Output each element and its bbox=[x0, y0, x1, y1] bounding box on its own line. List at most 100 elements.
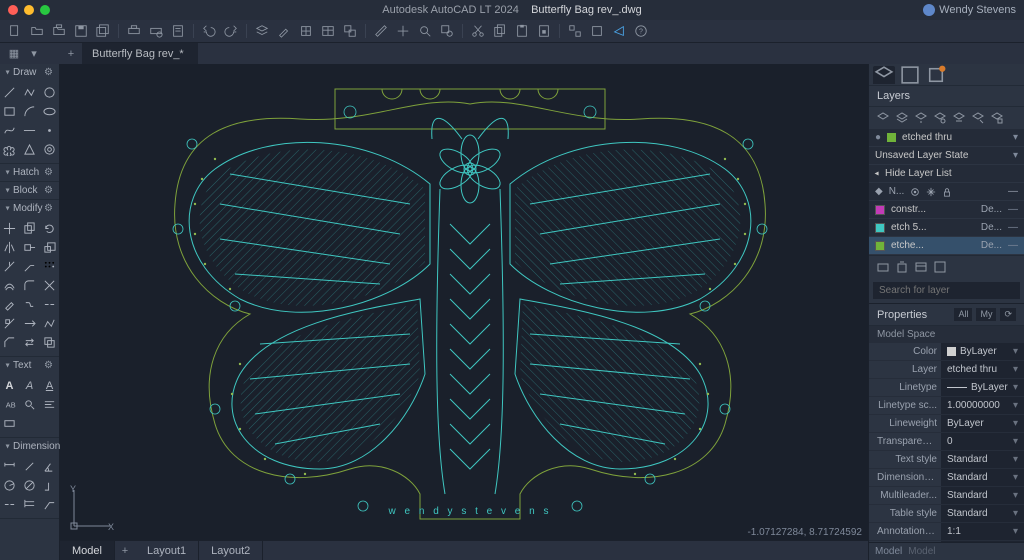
layer-tool-2-icon[interactable] bbox=[894, 111, 910, 125]
select-similar-icon[interactable] bbox=[566, 23, 584, 39]
draworder-tool-icon[interactable] bbox=[41, 334, 59, 351]
layer-tool-3-icon[interactable] bbox=[913, 111, 929, 125]
layout-tab-model[interactable]: Model bbox=[60, 541, 115, 560]
ellipse-tool-icon[interactable] bbox=[41, 103, 59, 120]
reverse-tool-icon[interactable] bbox=[21, 334, 39, 351]
dim-angular-icon[interactable] bbox=[41, 458, 59, 475]
paste-block-icon[interactable] bbox=[535, 23, 553, 39]
delete-layer-icon[interactable] bbox=[894, 260, 910, 274]
tabs-list-icon[interactable]: ▾ bbox=[26, 46, 42, 62]
match-props-icon[interactable] bbox=[275, 23, 293, 39]
join-tool-icon[interactable] bbox=[21, 296, 39, 313]
layer-state-dropdown[interactable]: Unsaved Layer State▾ bbox=[869, 147, 1024, 165]
array-tool-icon[interactable] bbox=[41, 258, 59, 275]
section-draw[interactable]: ▸Draw⚙ bbox=[0, 64, 59, 81]
dim-radius-icon[interactable] bbox=[1, 477, 19, 494]
layer-states-icon[interactable] bbox=[932, 260, 948, 274]
lengthen-tool-icon[interactable] bbox=[21, 315, 39, 332]
paste-icon[interactable] bbox=[513, 23, 531, 39]
prop-tab-my[interactable]: My bbox=[976, 308, 996, 321]
property-row[interactable]: Multileader...Standard▾ bbox=[869, 487, 1024, 505]
spell-check-icon[interactable]: ABC bbox=[1, 396, 19, 413]
user-chip[interactable]: Wendy Stevens bbox=[923, 4, 1016, 16]
explode-tool-icon[interactable] bbox=[41, 277, 59, 294]
layer-row[interactable]: etche...De...— bbox=[869, 237, 1024, 255]
table-icon[interactable] bbox=[319, 23, 337, 39]
xline-tool-icon[interactable] bbox=[21, 122, 39, 139]
point-tool-icon[interactable] bbox=[41, 122, 59, 139]
rect-tool-icon[interactable] bbox=[1, 103, 19, 120]
property-row[interactable]: Linetype sc...1.00000000▾ bbox=[869, 397, 1024, 415]
erase-tool-icon[interactable] bbox=[1, 296, 19, 313]
mirror-tool-icon[interactable] bbox=[1, 239, 19, 256]
layout-tab-1[interactable]: Layout1 bbox=[135, 541, 199, 560]
layout-tab-2[interactable]: Layout2 bbox=[199, 541, 263, 560]
extend-tool-icon[interactable] bbox=[21, 258, 39, 275]
file-tab-active[interactable]: Butterfly Bag rev_* bbox=[82, 43, 199, 65]
window-controls[interactable] bbox=[8, 5, 50, 15]
cut-icon[interactable] bbox=[469, 23, 487, 39]
revcloud-tool-icon[interactable] bbox=[1, 141, 19, 158]
minimize-window-icon[interactable] bbox=[24, 5, 34, 15]
donut-tool-icon[interactable] bbox=[41, 141, 59, 158]
maximize-window-icon[interactable] bbox=[40, 5, 50, 15]
footer-tab-2[interactable]: Model bbox=[908, 546, 935, 557]
new-file-icon[interactable] bbox=[6, 23, 24, 39]
property-row[interactable]: Text styleStandard▾ bbox=[869, 451, 1024, 469]
property-row[interactable]: Table styleStandard▾ bbox=[869, 505, 1024, 523]
rotate-tool-icon[interactable] bbox=[41, 220, 59, 237]
panel-tab-layers-icon[interactable] bbox=[873, 66, 895, 84]
save-all-icon[interactable] bbox=[94, 23, 112, 39]
spline-tool-icon[interactable] bbox=[1, 122, 19, 139]
property-row[interactable]: Transparency0▾ bbox=[869, 433, 1024, 451]
undo-icon[interactable] bbox=[200, 23, 218, 39]
zoom-window-icon[interactable] bbox=[438, 23, 456, 39]
layout-tab-add[interactable]: + bbox=[115, 545, 135, 557]
hide-layer-list[interactable]: ▾Hide Layer List bbox=[869, 165, 1024, 183]
zoom-extents-icon[interactable] bbox=[416, 23, 434, 39]
layer-icon[interactable] bbox=[253, 23, 271, 39]
pan-icon[interactable] bbox=[394, 23, 412, 39]
open-file-icon[interactable] bbox=[28, 23, 46, 39]
layer-row[interactable]: etch 5...De...— bbox=[869, 219, 1024, 237]
measure-icon[interactable] bbox=[372, 23, 390, 39]
fillet-tool-icon[interactable] bbox=[21, 277, 39, 294]
dim-linear-icon[interactable] bbox=[1, 458, 19, 475]
edit-pline-icon[interactable] bbox=[41, 315, 59, 332]
insert-block-icon[interactable] bbox=[297, 23, 315, 39]
section-hatch[interactable]: ▸Hatch⚙ bbox=[0, 164, 59, 181]
wipeout-tool-icon[interactable] bbox=[21, 141, 39, 158]
text-align-icon[interactable] bbox=[41, 396, 59, 413]
align-tool-icon[interactable] bbox=[1, 315, 19, 332]
section-modify[interactable]: ▸Modify⚙ bbox=[0, 200, 59, 217]
page-setup-icon[interactable] bbox=[169, 23, 187, 39]
trim-tool-icon[interactable] bbox=[1, 258, 19, 275]
section-block[interactable]: ▸Block⚙ bbox=[0, 182, 59, 199]
break-tool-icon[interactable] bbox=[41, 296, 59, 313]
stretch-tool-icon[interactable] bbox=[21, 239, 39, 256]
property-row[interactable]: LineweightByLayer▾ bbox=[869, 415, 1024, 433]
text-style-icon[interactable]: A bbox=[41, 377, 59, 394]
layer-search[interactable] bbox=[869, 278, 1024, 303]
dim-ordinate-icon[interactable] bbox=[41, 477, 59, 494]
layer-tool-1-icon[interactable] bbox=[875, 111, 891, 125]
line-tool-icon[interactable] bbox=[1, 84, 19, 101]
scale-tool-icon[interactable] bbox=[41, 239, 59, 256]
panel-tab-blocks-icon[interactable] bbox=[925, 66, 947, 84]
drawing-canvas[interactable]: w e n d y s t e v e n s Y X -1.07127284,… bbox=[60, 64, 868, 540]
copy-tool-icon[interactable] bbox=[21, 220, 39, 237]
layer-tool-4-icon[interactable] bbox=[932, 111, 948, 125]
prop-tab-all[interactable]: All bbox=[954, 308, 972, 321]
circle-tool-icon[interactable] bbox=[41, 84, 59, 101]
current-layer-dropdown[interactable]: ● etched thru▾ bbox=[869, 129, 1024, 147]
layer-tool-5-icon[interactable] bbox=[951, 111, 967, 125]
find-text-icon[interactable] bbox=[21, 396, 39, 413]
help-icon[interactable]: ? bbox=[632, 23, 650, 39]
layer-filter-icon[interactable]: ◆ bbox=[875, 186, 883, 197]
dim-baseline-icon[interactable] bbox=[21, 496, 39, 513]
panel-tab-props-icon[interactable] bbox=[899, 66, 921, 84]
leader-tool-icon[interactable] bbox=[41, 496, 59, 513]
layer-list-header[interactable]: ◆ N... — bbox=[869, 183, 1024, 201]
share-icon[interactable] bbox=[610, 23, 628, 39]
property-row[interactable]: LinetypeByLayer▾ bbox=[869, 379, 1024, 397]
